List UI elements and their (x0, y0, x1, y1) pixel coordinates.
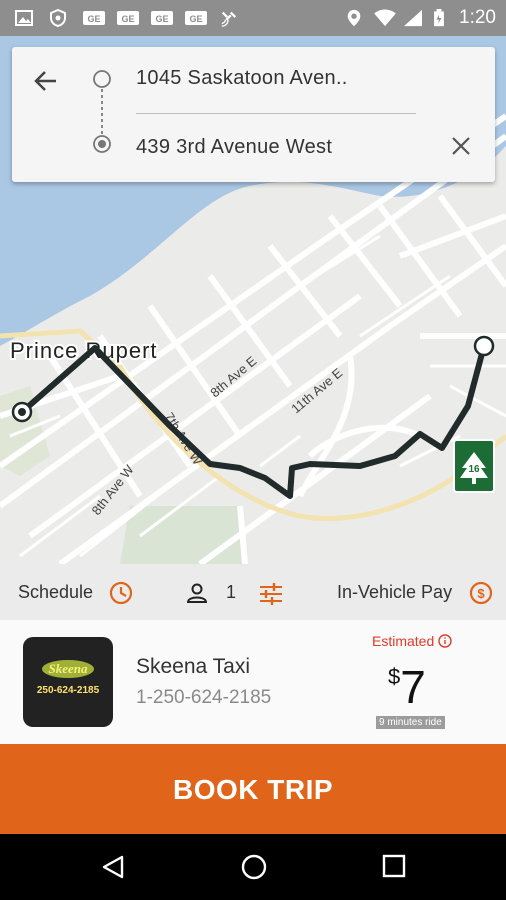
svg-text:GE: GE (87, 14, 100, 24)
schedule-button[interactable]: Schedule (0, 564, 145, 620)
filter-settings-icon[interactable] (258, 582, 284, 606)
dollar-icon: $ (469, 581, 493, 605)
clock: 1:20 (459, 7, 496, 28)
svg-text:$: $ (477, 586, 485, 601)
satellite-icon (221, 11, 237, 27)
taxi-phone: 1-250-624-2185 (136, 687, 272, 708)
svg-text:GE: GE (189, 14, 202, 24)
route-card: 1045 Saskatoon Aven.. 439 3rd Avenue Wes… (12, 47, 495, 182)
park-area (120, 506, 245, 564)
svg-text:GE: GE (155, 14, 168, 24)
svg-text:16: 16 (468, 464, 480, 475)
highway-shield-icon: 16 (453, 439, 495, 493)
price-estimate: $7 (388, 660, 426, 714)
person-icon (186, 583, 208, 603)
email-notification-icon: GE (117, 11, 139, 25)
schedule-label: Schedule (18, 582, 94, 602)
taxi-name: Skeena Taxi (136, 655, 251, 678)
svg-text:Skeena: Skeena (49, 661, 89, 676)
origin-marker (11, 401, 33, 423)
recents-nav-icon[interactable] (382, 854, 406, 878)
email-notification-icon: GE (185, 11, 207, 25)
options-bar: Schedule 1 In-Vehicle Pay $ (0, 564, 506, 621)
signal-icon (404, 9, 422, 27)
address-divider (136, 113, 416, 114)
payment-method-button[interactable]: In-Vehicle Pay $ (330, 564, 506, 620)
gallery-icon (15, 10, 33, 26)
shield-icon (50, 9, 66, 27)
passenger-count[interactable]: 1 (180, 564, 250, 620)
email-notification-icon: GE (151, 11, 173, 25)
svg-text:250-624-2185: 250-624-2185 (37, 685, 100, 696)
price-currency: $ (388, 664, 401, 689)
book-trip-button[interactable]: BOOK TRIP (0, 744, 506, 834)
clear-destination-icon[interactable] (449, 134, 473, 158)
price-value: 7 (400, 661, 426, 713)
system-nav-bar (0, 834, 506, 900)
destination-address[interactable]: 439 3rd Avenue West (136, 136, 332, 159)
email-notification-icon: GE (83, 11, 105, 25)
origin-address[interactable]: 1045 Saskatoon Aven.. (136, 67, 348, 90)
info-icon[interactable] (438, 634, 452, 648)
ride-duration-badge: 9 minutes ride (376, 716, 445, 729)
passenger-count-value: 1 (226, 582, 237, 602)
battery-icon (434, 9, 444, 27)
estimated-label: Estimated (372, 633, 462, 649)
taxi-logo: Skeena 250-624-2185 (23, 637, 113, 727)
svg-text:GE: GE (121, 14, 134, 24)
destination-marker (473, 335, 495, 357)
home-nav-icon[interactable] (240, 853, 268, 881)
clock-icon (109, 581, 133, 605)
back-nav-icon[interactable] (100, 854, 126, 880)
back-arrow-icon[interactable] (32, 67, 60, 95)
payment-label: In-Vehicle Pay (337, 582, 453, 602)
route-timeline-icon (93, 70, 111, 153)
location-icon (347, 9, 361, 27)
status-bar: GE GE GE GE 1:20 (0, 0, 506, 36)
wifi-icon (374, 9, 396, 27)
